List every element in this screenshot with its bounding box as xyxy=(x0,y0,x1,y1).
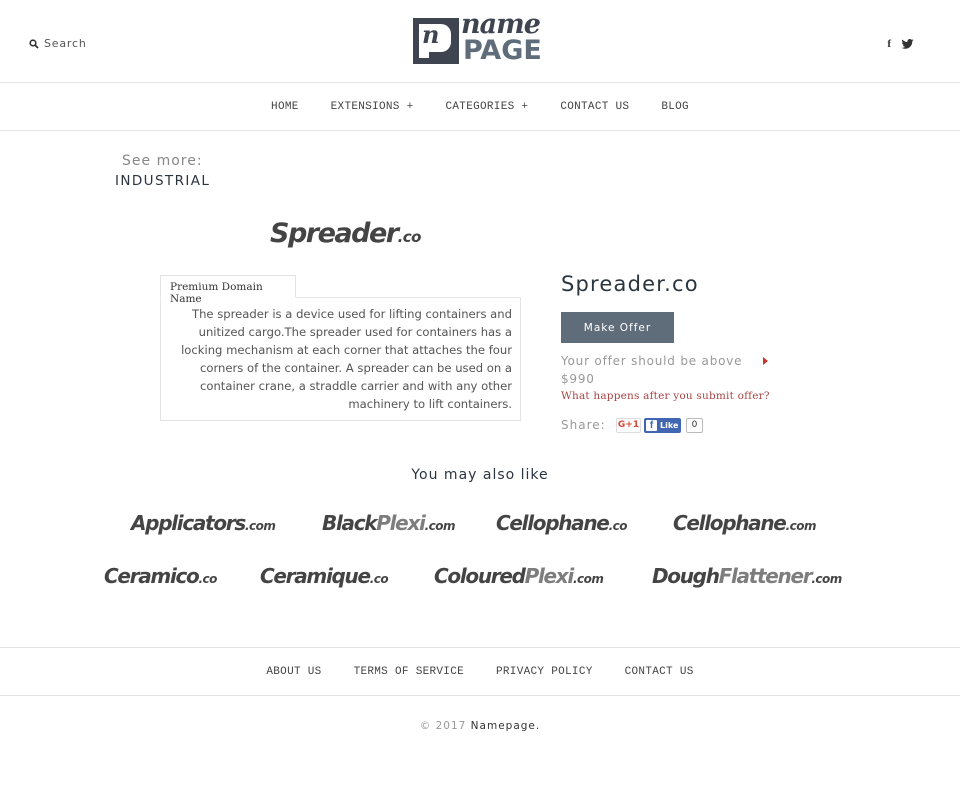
domain-logo-tld: .co xyxy=(397,228,422,246)
facebook-icon[interactable]: f xyxy=(887,38,891,50)
domain-logo-main: Spreader xyxy=(270,218,399,249)
suggested-domain[interactable]: Applicators.com xyxy=(131,511,276,535)
social-links: f xyxy=(887,38,914,50)
facebook-icon: f xyxy=(646,420,657,431)
suggested-domain[interactable]: DoughFlattener.com xyxy=(652,564,842,588)
offer-hint-text: Your offer should be above xyxy=(561,354,743,368)
domain-logo: Spreader.co xyxy=(270,218,421,249)
category-link[interactable]: INDUSTRIAL xyxy=(115,173,210,189)
suggested-domain[interactable]: Cellophane.com xyxy=(673,511,816,535)
copyright-year: © 2017 xyxy=(419,720,467,732)
suggested-domain[interactable]: Cellophane.co xyxy=(496,511,627,535)
also-like-heading: You may also like xyxy=(411,467,549,483)
copyright: © 2017 Namepage. xyxy=(0,720,960,732)
nav-categories[interactable]: CATEGORIES + xyxy=(445,101,528,113)
search-label: Search xyxy=(44,37,87,50)
domain-description: The spreader is a device used for liftin… xyxy=(181,307,512,411)
main-nav: HOME EXTENSIONS + CATEGORIES + CONTACT U… xyxy=(0,83,960,131)
footer-about-us[interactable]: ABOUT US xyxy=(266,666,321,678)
facebook-like-count: 0 xyxy=(686,418,703,433)
search-toggle[interactable]: Search xyxy=(29,37,87,50)
search-icon xyxy=(29,38,39,49)
site-logo[interactable]: n name PAGE xyxy=(413,9,549,66)
nav-home[interactable]: HOME xyxy=(271,101,299,113)
description-panel: The spreader is a device used for liftin… xyxy=(160,297,521,421)
facebook-like-button[interactable]: f Like xyxy=(644,418,681,433)
see-more-label: See more: xyxy=(122,153,203,169)
suggested-domain[interactable]: Ceramique.co xyxy=(260,564,389,588)
twitter-icon[interactable] xyxy=(901,39,914,49)
logo-word-bottom: PAGE xyxy=(463,35,542,66)
suggested-domain[interactable]: Ceramico.co xyxy=(104,564,217,588)
footer-privacy-policy[interactable]: PRIVACY POLICY xyxy=(496,666,593,678)
site-header: Search n name PAGE f xyxy=(0,0,960,83)
domain-title: Spreader.co xyxy=(561,272,699,296)
tab-premium-domain-name[interactable]: Premium Domain Name xyxy=(160,275,296,305)
offer-min-price: $990 xyxy=(561,372,595,386)
facebook-like-label: Like xyxy=(660,421,679,430)
footer-nav: ABOUT US TERMS OF SERVICE PRIVACY POLICY… xyxy=(0,647,960,696)
what-happens-link[interactable]: What happens after you submit offer? xyxy=(561,390,770,402)
share-label: Share: xyxy=(561,418,606,432)
nav-blog[interactable]: BLOG xyxy=(661,101,689,113)
footer-contact-us[interactable]: CONTACT US xyxy=(625,666,694,678)
google-plus-button[interactable]: G+1 xyxy=(616,418,641,433)
offer-hint: Your offer should be above $990 xyxy=(561,352,771,388)
logo-mark: n xyxy=(413,18,459,64)
nav-contact-us[interactable]: CONTACT US xyxy=(560,101,629,113)
make-offer-button[interactable]: Make Offer xyxy=(561,312,674,343)
caret-right-icon[interactable] xyxy=(763,357,768,365)
nav-extensions[interactable]: EXTENSIONS + xyxy=(331,101,414,113)
footer-terms-of-service[interactable]: TERMS OF SERVICE xyxy=(354,666,464,678)
suggested-domain[interactable]: ColouredPlexi.com xyxy=(434,564,604,588)
suggested-domain[interactable]: BlackPlexi.com xyxy=(322,511,456,535)
copyright-brand-link[interactable]: Namepage. xyxy=(471,720,541,732)
